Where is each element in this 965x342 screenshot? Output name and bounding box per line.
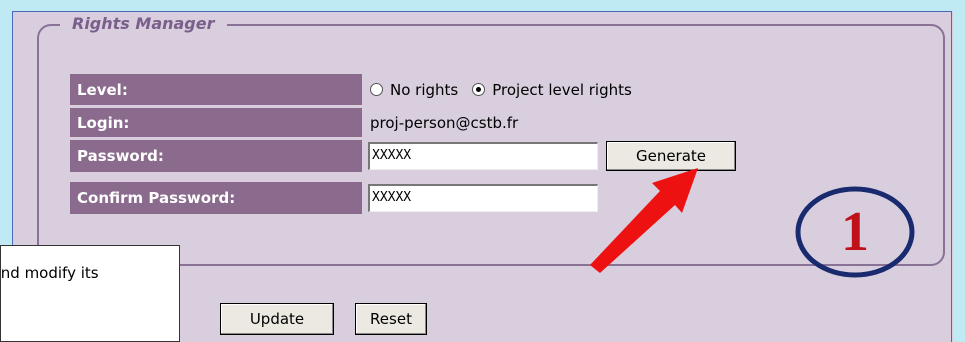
annotation-circle-icon: 1 [795, 186, 915, 278]
project-rights-radio[interactable] [472, 83, 486, 96]
level-label: Level: [70, 74, 362, 105]
top-background-band [0, 0, 965, 11]
left-background-band [0, 0, 12, 245]
confirm-password-label: Confirm Password: [70, 182, 362, 214]
red-arrow-icon [590, 168, 698, 273]
no-rights-label: No rights [390, 80, 459, 99]
reset-button[interactable]: Reset [355, 303, 427, 335]
help-tooltip: s and modify its [0, 245, 180, 342]
confirm-password-field[interactable]: XXXXX [368, 184, 598, 212]
password-label: Password: [70, 140, 362, 172]
tooltip-text: s and modify its [0, 264, 99, 282]
login-value: proj-person@cstb.fr [370, 113, 519, 132]
no-rights-radio[interactable] [370, 83, 383, 96]
login-label: Login: [70, 108, 362, 137]
fieldset-legend: Rights Manager [60, 14, 227, 33]
update-button[interactable]: Update [220, 303, 334, 335]
project-rights-label: Project level rights [492, 80, 632, 99]
level-options: No rights Project level rights [370, 74, 632, 105]
password-field[interactable]: XXXXX [368, 142, 598, 170]
right-background-band [953, 0, 965, 342]
annotation-number: 1 [841, 201, 869, 263]
